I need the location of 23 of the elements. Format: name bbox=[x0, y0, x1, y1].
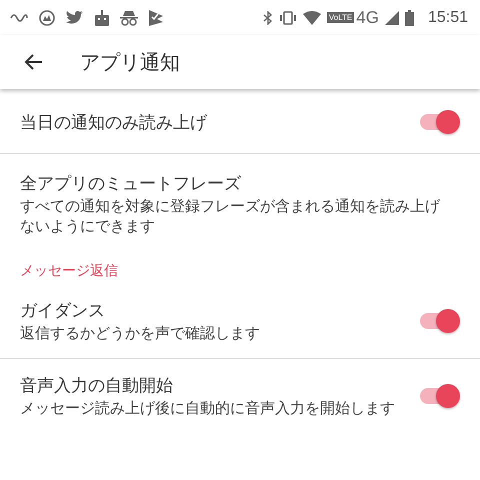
volte-label: VoLTE bbox=[326, 12, 354, 23]
setting-title: 音声入力の自動開始 bbox=[20, 374, 174, 397]
bluetooth-icon bbox=[262, 10, 273, 24]
vibrate-icon bbox=[278, 10, 297, 24]
robot-icon bbox=[95, 10, 109, 26]
check-flag-icon bbox=[149, 10, 163, 26]
app-icon bbox=[39, 10, 55, 26]
setting-title: 当日の通知のみ読み上げ bbox=[20, 112, 208, 134]
screen-title: アプリ通知 bbox=[80, 48, 180, 76]
wifi-icon bbox=[302, 10, 321, 24]
setting-title: ガイダンス bbox=[20, 300, 106, 322]
section-header: メッセージ返信 bbox=[19, 262, 119, 281]
back-arrow-icon[interactable] bbox=[24, 54, 42, 70]
signal-icon bbox=[384, 10, 399, 24]
setting-summary: 返信するかどうかを声で確認します bbox=[20, 324, 261, 344]
setting-summary: メッセージ読み上げ後に自動的に音声入力を開始します bbox=[20, 398, 396, 418]
network-label: 4G bbox=[356, 8, 379, 28]
clock: 15:51 bbox=[428, 8, 468, 26]
battery-icon bbox=[404, 10, 414, 26]
incognito-icon bbox=[120, 10, 138, 26]
setting-summary: すべての通知を対象に登録フレーズが含まれる通知を読み上げないようにできます bbox=[20, 197, 442, 236]
setting-title: 全アプリのミュートフレーズ bbox=[20, 173, 242, 195]
bird-icon bbox=[66, 10, 84, 25]
